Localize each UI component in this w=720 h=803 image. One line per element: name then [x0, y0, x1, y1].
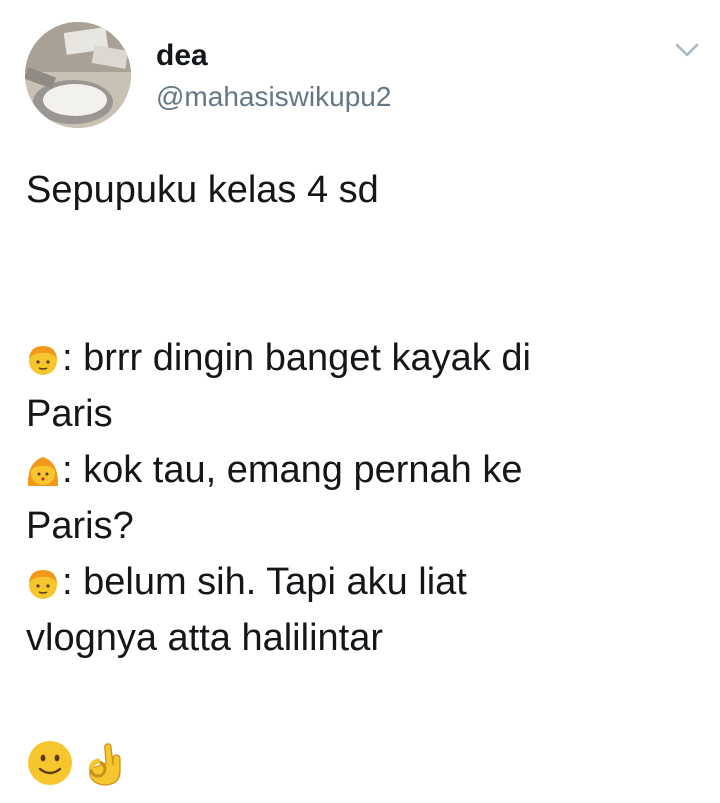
boy-emoji-icon	[26, 336, 60, 375]
tweet-intro: Sepupuku kelas 4 sd	[26, 169, 379, 211]
boy-emoji-icon	[26, 560, 60, 599]
dialogue-line: : kok tau, emang pernah ke	[26, 442, 696, 498]
ok-hand-icon	[80, 739, 128, 787]
slightly-smiling-face-icon	[26, 739, 74, 787]
dialogue-1-line-1: : brrr dingin banget kayak di	[62, 337, 531, 379]
closing-emoji-row	[26, 728, 696, 798]
chevron-down-icon[interactable]	[674, 40, 700, 60]
dialogue-3-line-1: : belum sih. Tapi aku liat	[62, 561, 467, 603]
dialogue-2-line-1: : kok tau, emang pernah ke	[62, 449, 523, 491]
dialogue-3-line-2: vlognya atta halilintar	[26, 617, 383, 659]
author-name[interactable]: dea	[156, 38, 208, 74]
avatar-photo	[25, 22, 131, 128]
dialogue-2-line-2: Paris?	[26, 505, 134, 547]
author-handle[interactable]: @mahasiswikupu2	[156, 80, 391, 114]
tweet-text: Sepupuku kelas 4 sd : brrr dingin banget…	[26, 162, 696, 798]
dialogue-line: : belum sih. Tapi aku liat	[26, 554, 696, 610]
girl-emoji-icon	[26, 448, 60, 486]
tweet-card: dea @mahasiswikupu2 Sepupuku kelas 4 sd …	[0, 0, 720, 786]
dialogue-1-line-2: Paris	[26, 393, 113, 435]
avatar[interactable]	[25, 22, 131, 128]
dialogue-line: : brrr dingin banget kayak di	[26, 330, 696, 386]
